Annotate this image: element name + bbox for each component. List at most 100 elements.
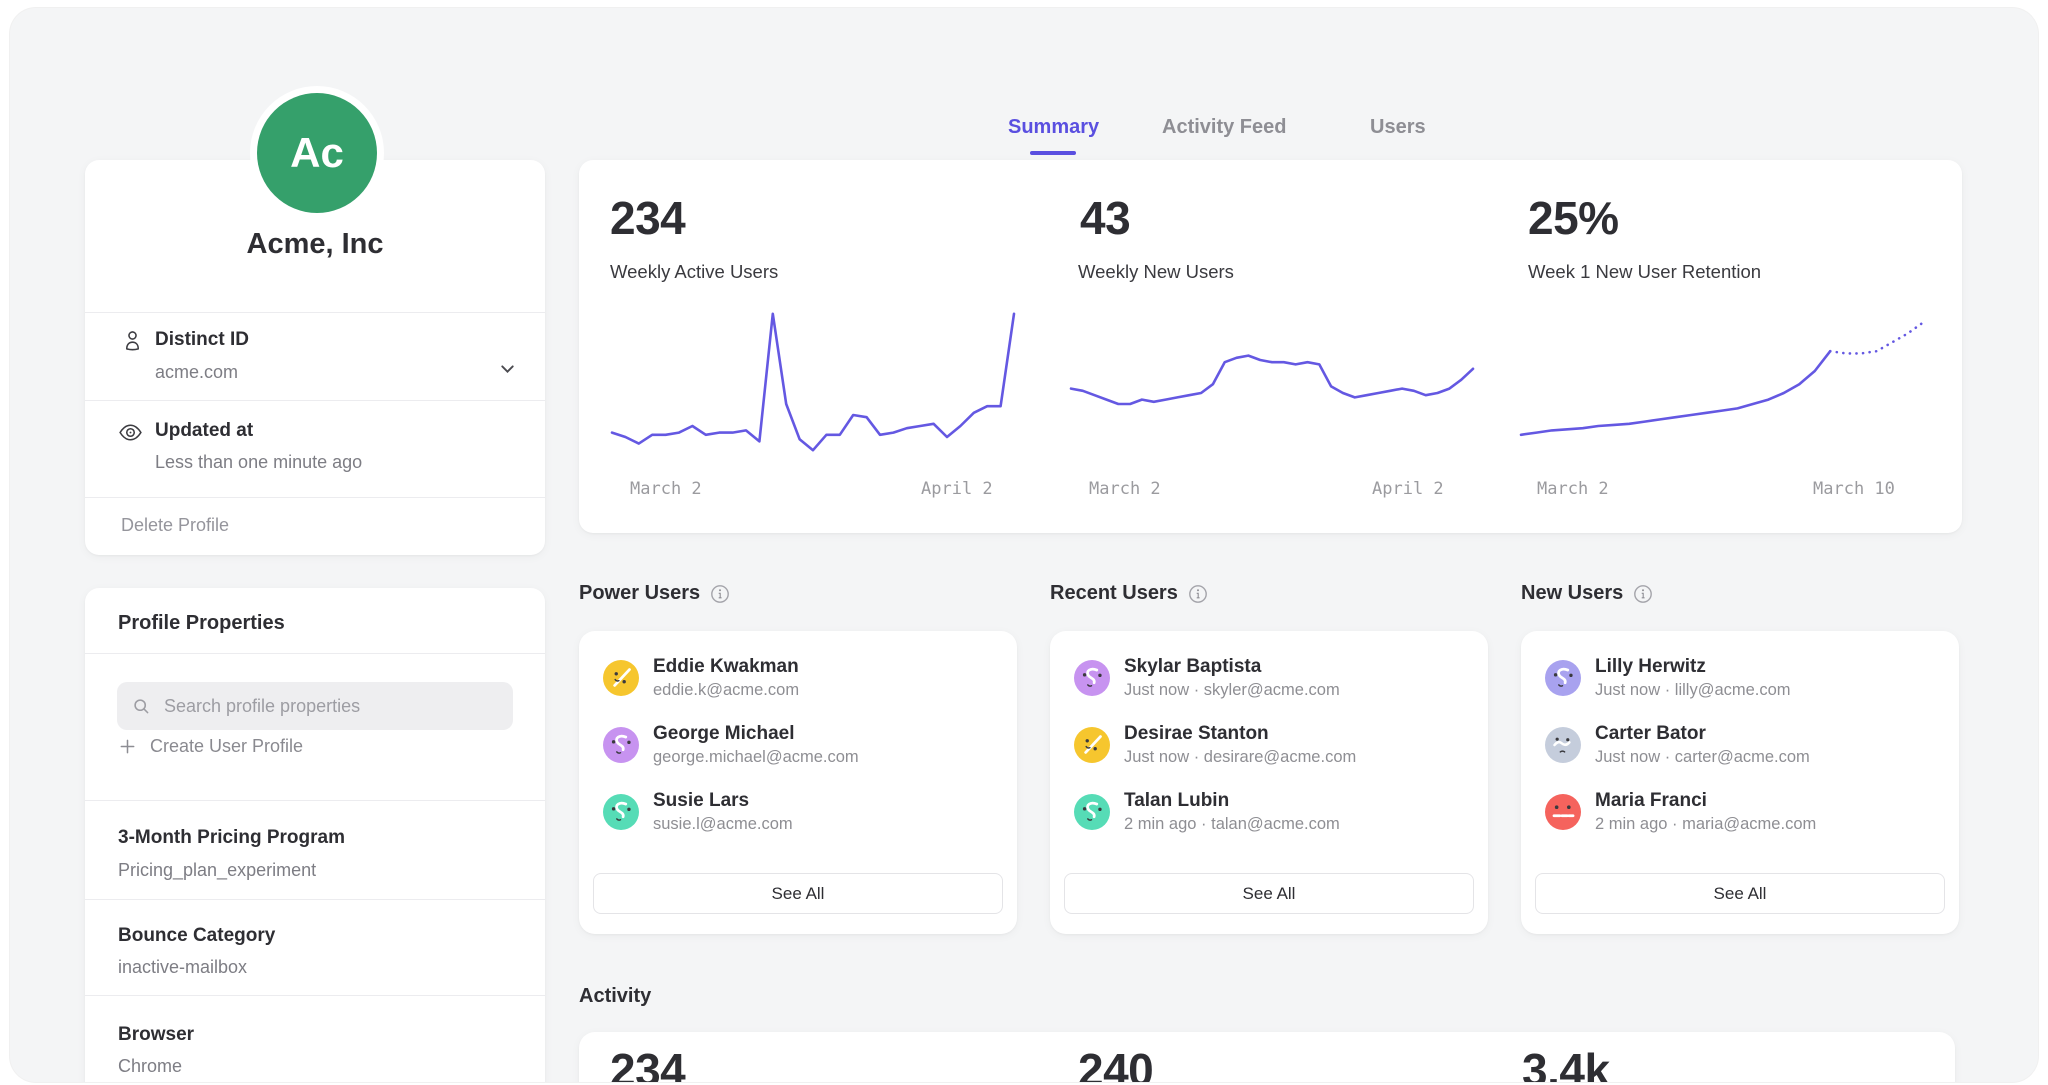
user-avatar <box>1074 727 1110 763</box>
profile-properties-search[interactable] <box>117 682 513 730</box>
user-avatar <box>1074 794 1110 830</box>
user-avatar <box>1545 727 1581 763</box>
see-all-button[interactable]: See All <box>593 873 1003 914</box>
user-detail: Just now · lilly@acme.com <box>1595 681 1791 700</box>
section-title: Recent Users <box>1050 582 1178 605</box>
chevron-down-icon[interactable] <box>495 356 520 381</box>
tab-activity-feed[interactable]: Activity Feed <box>1162 116 1286 139</box>
x-tick: April 2 <box>921 479 993 499</box>
weekly-new-users-sparkline <box>1067 300 1477 465</box>
profile-page: Ac Acme, Inc Distinct ID acme.com <box>0 0 2048 1085</box>
tab-summary[interactable]: Summary <box>1008 116 1099 139</box>
stat-retention-label: Week 1 New User Retention <box>1528 261 1761 283</box>
search-icon <box>131 696 152 717</box>
stat-weekly-new-users-value: 43 <box>1080 195 1130 241</box>
search-input[interactable] <box>162 695 466 718</box>
user-row[interactable]: Eddie Kwakman eddie.k@acme.com <box>603 651 1003 705</box>
active-tab-underline <box>1030 151 1076 155</box>
user-name: Talan Lubin <box>1124 790 1340 812</box>
user-name: Carter Bator <box>1595 723 1810 745</box>
user-detail: george.michael@acme.com <box>653 748 859 767</box>
profile-properties-card: Profile Properties <box>85 588 545 1082</box>
recent-users-card: Skylar Baptista Just now · skyler@acme.c… <box>1050 631 1488 934</box>
user-detail: 2 min ago · maria@acme.com <box>1595 815 1816 834</box>
retention-sparkline <box>1517 300 1927 465</box>
property-label: Bounce Category <box>118 925 275 947</box>
x-tick: March 10 <box>1813 479 1895 499</box>
user-row[interactable]: Lilly Herwitz Just now · lilly@acme.com <box>1545 651 1945 705</box>
property-value: inactive-mailbox <box>118 957 247 978</box>
stat-retention-value: 25% <box>1528 195 1619 241</box>
user-avatar <box>603 727 639 763</box>
info-icon[interactable] <box>1633 584 1653 604</box>
person-icon <box>120 328 145 353</box>
property-value: Chrome <box>118 1056 182 1077</box>
user-row[interactable]: Carter Bator Just now · carter@acme.com <box>1545 718 1945 772</box>
property-label: Browser <box>118 1024 194 1046</box>
divider <box>85 400 545 401</box>
distinct-id-value: acme.com <box>155 362 238 383</box>
new-users-card: Lilly Herwitz Just now · lilly@acme.com … <box>1521 631 1959 934</box>
info-icon[interactable] <box>710 584 730 604</box>
activity-card: 234 240 3.4k <box>579 1032 1955 1082</box>
company-name: Acme, Inc <box>85 228 545 261</box>
user-name: Desirae Stanton <box>1124 723 1356 745</box>
weekly-active-users-sparkline <box>608 300 1018 465</box>
company-avatar: Ac <box>257 93 377 213</box>
divider <box>85 800 545 801</box>
app-frame: Ac Acme, Inc Distinct ID acme.com <box>10 8 2038 1082</box>
updated-at-label: Updated at <box>155 420 253 442</box>
updated-at-value: Less than one minute ago <box>155 452 362 473</box>
new-users-header: New Users <box>1521 582 1653 605</box>
user-detail: Just now · carter@acme.com <box>1595 748 1810 767</box>
user-row[interactable]: Maria Franci 2 min ago · maria@acme.com <box>1545 785 1945 839</box>
distinct-id-label: Distinct ID <box>155 329 249 351</box>
profile-properties-title: Profile Properties <box>118 612 285 635</box>
info-icon[interactable] <box>1188 584 1208 604</box>
stat-weekly-active-users-value: 234 <box>610 195 685 241</box>
user-detail: susie.l@acme.com <box>653 815 793 834</box>
create-user-profile-button[interactable]: Create User Profile <box>118 736 303 757</box>
user-name: Skylar Baptista <box>1124 656 1340 678</box>
user-row[interactable]: Skylar Baptista Just now · skyler@acme.c… <box>1074 651 1474 705</box>
company-avatar-ring: Ac <box>250 86 384 220</box>
user-row[interactable]: Talan Lubin 2 min ago · talan@acme.com <box>1074 785 1474 839</box>
user-avatar <box>1545 660 1581 696</box>
user-name: Lilly Herwitz <box>1595 656 1791 678</box>
tab-users[interactable]: Users <box>1370 116 1426 139</box>
activity-title: Activity <box>579 985 651 1008</box>
user-row[interactable]: Susie Lars susie.l@acme.com <box>603 785 1003 839</box>
x-tick: April 2 <box>1372 479 1444 499</box>
see-all-button[interactable]: See All <box>1064 873 1474 914</box>
user-name: Maria Franci <box>1595 790 1816 812</box>
plus-icon <box>118 737 137 756</box>
user-avatar <box>1545 794 1581 830</box>
create-user-profile-label: Create User Profile <box>150 736 303 757</box>
user-name: George Michael <box>653 723 859 745</box>
divider <box>85 312 545 313</box>
recent-users-header: Recent Users <box>1050 582 1208 605</box>
activity-stat-value: 234 <box>610 1047 685 1082</box>
x-tick: March 2 <box>1537 479 1609 499</box>
user-avatar <box>603 660 639 696</box>
user-detail: Just now · skyler@acme.com <box>1124 681 1340 700</box>
user-row[interactable]: George Michael george.michael@acme.com <box>603 718 1003 772</box>
section-title: New Users <box>1521 582 1623 605</box>
user-avatar <box>603 794 639 830</box>
x-tick: March 2 <box>630 479 702 499</box>
divider <box>85 497 545 498</box>
activity-stat-value: 3.4k <box>1522 1047 1610 1082</box>
property-value: Pricing_plan_experiment <box>118 860 316 881</box>
eye-icon <box>117 419 144 446</box>
divider <box>85 995 545 996</box>
see-all-button[interactable]: See All <box>1535 873 1945 914</box>
user-detail: eddie.k@acme.com <box>653 681 799 700</box>
user-avatar <box>1074 660 1110 696</box>
user-row[interactable]: Desirae Stanton Just now · desirare@acme… <box>1074 718 1474 772</box>
delete-profile-button[interactable]: Delete Profile <box>121 515 229 536</box>
user-detail: 2 min ago · talan@acme.com <box>1124 815 1340 834</box>
power-users-header: Power Users <box>579 582 730 605</box>
user-name: Eddie Kwakman <box>653 656 799 678</box>
user-detail: Just now · desirare@acme.com <box>1124 748 1356 767</box>
section-title: Power Users <box>579 582 700 605</box>
